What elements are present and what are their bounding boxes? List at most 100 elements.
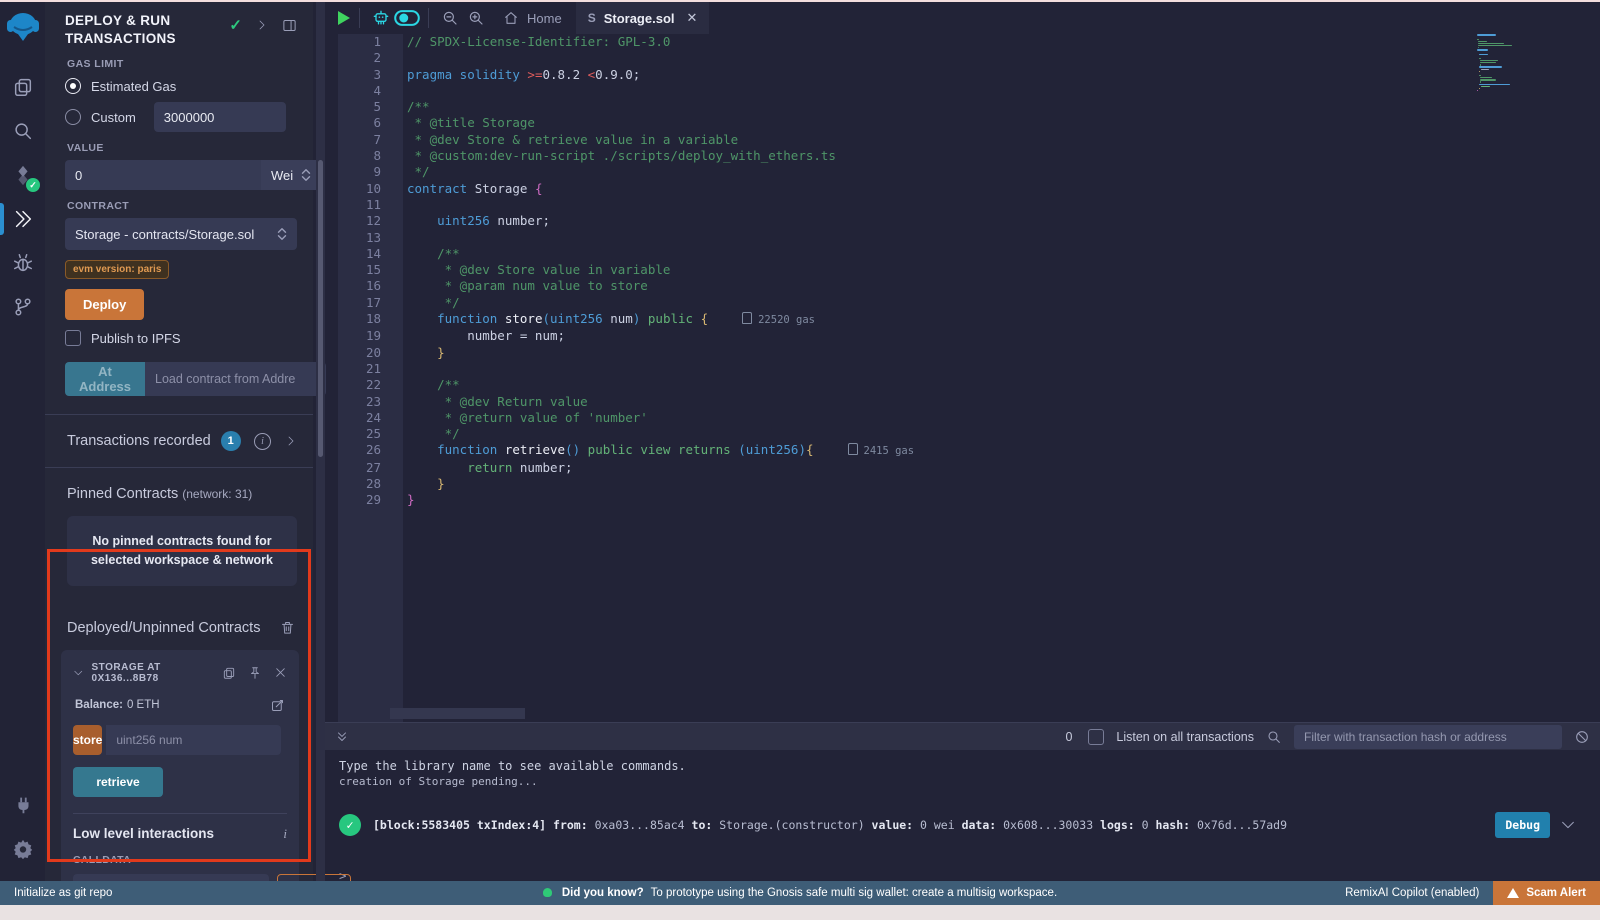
pin-icon[interactable] bbox=[248, 666, 262, 680]
remix-ai-button[interactable] bbox=[368, 5, 394, 31]
transactions-count-badge: 1 bbox=[221, 431, 241, 451]
transaction-log-row[interactable]: ✓ [block:5583405 txIndex:4] from: 0xa03.… bbox=[339, 812, 1600, 838]
chevron-right-icon[interactable] bbox=[256, 19, 268, 31]
info-icon[interactable]: i bbox=[283, 826, 287, 842]
edit-icon[interactable] bbox=[270, 698, 285, 713]
value-input[interactable] bbox=[65, 160, 261, 190]
robot-icon bbox=[371, 8, 391, 28]
balance-label: Balance: bbox=[75, 699, 123, 711]
at-address-button[interactable]: At Address bbox=[65, 362, 145, 396]
tab-home[interactable]: Home bbox=[489, 2, 576, 34]
copy-icon[interactable] bbox=[222, 666, 236, 680]
store-argument-input[interactable] bbox=[106, 725, 281, 755]
estimated-gas-radio[interactable] bbox=[65, 78, 81, 94]
sidebar-item-debugger[interactable] bbox=[0, 243, 45, 283]
sidebar-item-git[interactable] bbox=[0, 287, 45, 327]
chevron-down-icon[interactable] bbox=[73, 667, 84, 679]
at-address-input[interactable] bbox=[145, 362, 326, 396]
store-function-button[interactable]: store bbox=[73, 725, 102, 755]
clear-filter-ban-icon[interactable] bbox=[1574, 729, 1590, 745]
pinned-empty-message: No pinned contracts found for selected w… bbox=[67, 516, 297, 586]
home-tab-label: Home bbox=[527, 11, 562, 26]
expand-tx-chevron-icon[interactable] bbox=[1560, 817, 1576, 833]
transactions-recorded-label: Transactions recorded bbox=[67, 433, 211, 449]
listen-all-checkbox[interactable] bbox=[1088, 729, 1104, 745]
copilot-toggle[interactable] bbox=[394, 5, 420, 31]
terminal[interactable]: Type the library name to see available c… bbox=[325, 750, 1600, 883]
contract-select[interactable]: Storage - contracts/Storage.sol bbox=[65, 218, 297, 250]
search-icon bbox=[1266, 729, 1282, 745]
zoom-out-button[interactable] bbox=[437, 5, 463, 31]
retrieve-function-button[interactable]: retrieve bbox=[73, 767, 163, 797]
debug-button[interactable]: Debug bbox=[1495, 812, 1550, 838]
search-icon bbox=[12, 120, 34, 142]
custom-gas-radio[interactable] bbox=[65, 109, 81, 125]
lightbulb-icon bbox=[543, 888, 552, 897]
scam-alert-button[interactable]: Scam Alert bbox=[1493, 881, 1600, 905]
sidebar-item-file-explorer[interactable] bbox=[0, 67, 45, 107]
contract-selected-value: Storage - contracts/Storage.sol bbox=[75, 227, 277, 242]
deployed-contract-name: STORAGE AT 0X136...8B78 bbox=[92, 662, 214, 684]
pinned-network-label: (network: 31) bbox=[182, 487, 252, 501]
collapse-terminal-icon[interactable] bbox=[335, 729, 349, 745]
run-script-button[interactable] bbox=[325, 5, 351, 31]
publish-ipfs-checkbox[interactable] bbox=[65, 330, 81, 346]
panel-title: DEPLOY & RUN TRANSACTIONS bbox=[65, 12, 215, 48]
sidebar-item-settings[interactable] bbox=[0, 829, 45, 869]
transactions-recorded-row[interactable]: Transactions recorded 1 i bbox=[45, 415, 313, 467]
window-top-edge bbox=[0, 0, 1600, 2]
deploy-button[interactable]: Deploy bbox=[65, 289, 144, 320]
home-icon bbox=[503, 10, 519, 26]
publish-ipfs-label: Publish to IPFS bbox=[91, 331, 181, 346]
code-editor[interactable]: 1// SPDX-License-Identifier: GPL-3.02 3p… bbox=[325, 34, 1600, 722]
plug-icon bbox=[12, 794, 34, 816]
panel-check-icon: ✓ bbox=[229, 16, 242, 34]
active-plugin-indicator bbox=[0, 203, 4, 235]
tab-storage-sol[interactable]: S Storage.sol ✕ bbox=[576, 2, 710, 34]
status-bar: Initialize as git repo Did you know? To … bbox=[0, 881, 1600, 905]
custom-gas-label: Custom bbox=[91, 110, 136, 125]
code-lines: 1// SPDX-License-Identifier: GPL-3.02 3p… bbox=[325, 34, 1600, 509]
copilot-status[interactable]: RemixAI Copilot (enabled) bbox=[1345, 887, 1479, 899]
zoom-out-icon bbox=[441, 9, 459, 27]
window-bottom-edge bbox=[0, 905, 1600, 920]
zoom-in-icon bbox=[467, 9, 485, 27]
close-tab-icon[interactable]: ✕ bbox=[687, 10, 698, 26]
calldata-label: CALLDATA bbox=[73, 854, 287, 866]
value-unit-select[interactable]: Wei bbox=[261, 160, 321, 190]
deploy-run-icon bbox=[12, 208, 34, 230]
editor-horizontal-scrollbar[interactable] bbox=[390, 708, 525, 719]
chevron-right-icon[interactable] bbox=[285, 435, 297, 447]
pin-panel-icon[interactable] bbox=[282, 18, 297, 33]
terminal-tx-count: 0 bbox=[1065, 730, 1072, 744]
custom-gas-input[interactable] bbox=[154, 102, 286, 132]
panel-scrollbar[interactable] bbox=[316, 2, 325, 883]
git-branch-icon bbox=[12, 296, 34, 318]
sidebar-item-plugin-manager[interactable] bbox=[0, 785, 45, 825]
stepper-icon bbox=[277, 227, 287, 241]
toggle-on-icon bbox=[394, 9, 420, 27]
tip-bold: Did you know? bbox=[562, 887, 644, 899]
sidebar-item-deploy-and-run[interactable] bbox=[0, 199, 45, 239]
value-label: VALUE bbox=[67, 142, 297, 154]
divider bbox=[73, 813, 287, 814]
gas-limit-label: GAS LIMIT bbox=[67, 58, 297, 70]
zoom-in-button[interactable] bbox=[463, 5, 489, 31]
trash-icon[interactable] bbox=[280, 620, 295, 635]
close-icon[interactable] bbox=[274, 666, 287, 679]
estimated-gas-label: Estimated Gas bbox=[91, 79, 176, 94]
deployed-contract-card: STORAGE AT 0X136...8B78 Balance: 0 ETH s… bbox=[61, 650, 299, 920]
play-icon bbox=[338, 11, 350, 25]
remix-logo-icon[interactable] bbox=[6, 10, 40, 49]
compile-success-badge-icon: ✓ bbox=[26, 178, 40, 192]
sidebar-item-search[interactable] bbox=[0, 111, 45, 151]
stepper-icon bbox=[301, 168, 311, 182]
scam-alert-label: Scam Alert bbox=[1526, 887, 1586, 899]
files-icon bbox=[12, 76, 34, 98]
editor-minimap[interactable] bbox=[1477, 34, 1557, 92]
gear-icon bbox=[12, 838, 34, 860]
sidebar-item-solidity-compiler[interactable]: ✓ bbox=[0, 155, 45, 195]
terminal-filter-input[interactable] bbox=[1294, 725, 1562, 749]
terminal-lines: Type the library name to see available c… bbox=[339, 758, 1600, 790]
panel-scrollbar-thumb[interactable] bbox=[318, 160, 323, 457]
